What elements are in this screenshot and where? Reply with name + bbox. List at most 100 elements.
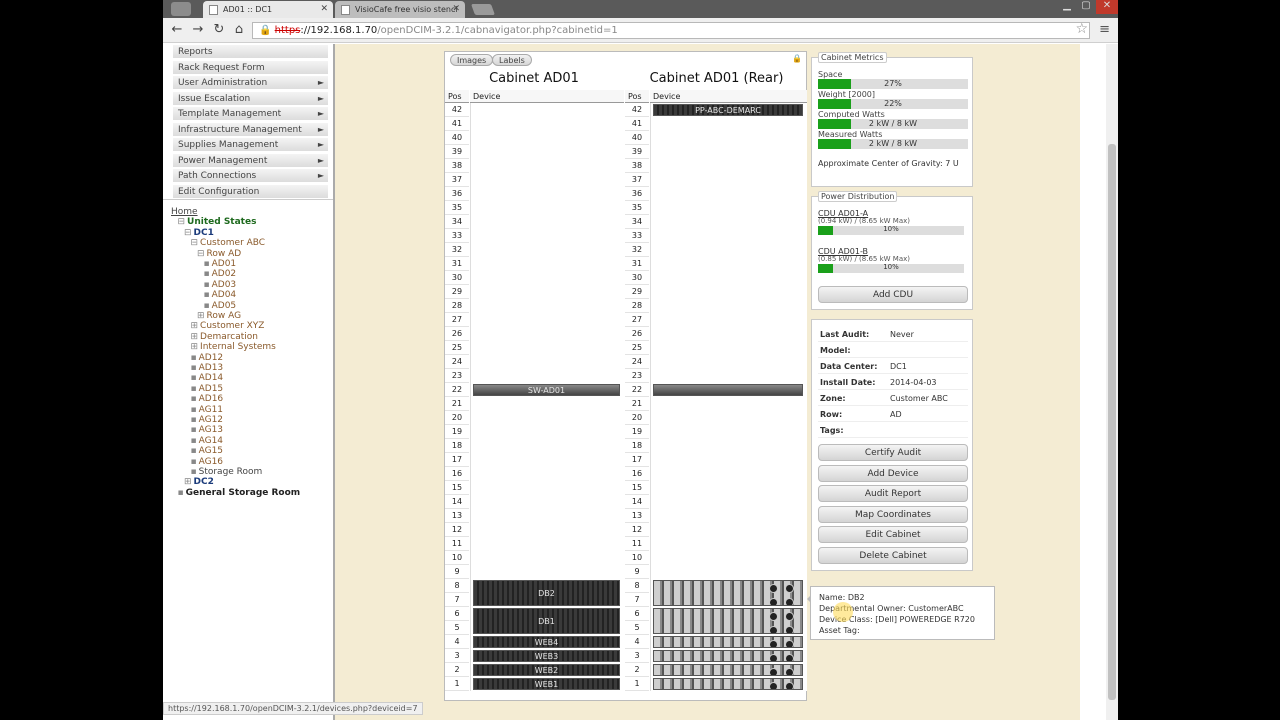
- bullet-icon[interactable]: ▪: [191, 415, 197, 425]
- audit-report-button[interactable]: Audit Report: [818, 485, 968, 503]
- bullet-icon[interactable]: ▪: [191, 384, 197, 394]
- tree-node[interactable]: ▪ AG13: [191, 425, 224, 435]
- bullet-icon[interactable]: ▪: [204, 269, 210, 279]
- rack-device[interactable]: DB1: [473, 608, 620, 634]
- rack-device[interactable]: SW-AD01: [473, 384, 620, 396]
- bullet-icon[interactable]: ▪: [191, 425, 197, 435]
- rack-device[interactable]: [653, 608, 803, 634]
- expand-icon[interactable]: ⊞: [191, 321, 199, 331]
- rack-device[interactable]: [653, 636, 803, 648]
- tree-node[interactable]: ▪ AD04: [204, 290, 237, 300]
- tree-node[interactable]: ⊟ DC1: [184, 228, 214, 238]
- tab-active[interactable]: AD01 :: DC1 ✕: [203, 1, 333, 18]
- tree-node[interactable]: ▪ AD03: [204, 280, 237, 290]
- labels-button[interactable]: Labels: [492, 54, 532, 66]
- tree-node[interactable]: ▪ AD02: [204, 269, 237, 279]
- bullet-icon[interactable]: ▪: [204, 259, 210, 269]
- add-cdu-button[interactable]: Add CDU: [818, 286, 968, 303]
- page-scrollbar[interactable]: [1106, 44, 1118, 720]
- bullet-icon[interactable]: ▪: [204, 290, 210, 300]
- back-icon[interactable]: ←: [169, 22, 185, 37]
- address-bar[interactable]: 🔒 https://192.168.1.70/openDCIM-3.2.1/ca…: [252, 22, 1090, 39]
- sidebar-menu-item[interactable]: User Administration ►: [173, 76, 328, 90]
- edit-cabinet-button[interactable]: Edit Cabinet: [818, 526, 968, 544]
- tree-node[interactable]: ⊟ United States: [178, 217, 257, 227]
- bullet-icon[interactable]: ▪: [191, 446, 197, 456]
- delete-cabinet-button[interactable]: Delete Cabinet: [818, 547, 968, 564]
- app-menu-icon[interactable]: [171, 2, 191, 16]
- bullet-icon[interactable]: ▪: [204, 280, 210, 290]
- tree-node[interactable]: ▪ AD12: [191, 353, 224, 363]
- tree-node[interactable]: ⊞ Internal Systems: [191, 342, 276, 352]
- tree-node[interactable]: ⊞ Row AG: [197, 311, 241, 321]
- tab-inactive[interactable]: VisioCafe free visio stenci ✕: [335, 1, 465, 18]
- tree-node[interactable]: ▪ General Storage Room: [178, 488, 301, 498]
- tree-node[interactable]: ▪ AD15: [191, 384, 224, 394]
- tree-node[interactable]: ▪ AD14: [191, 373, 224, 383]
- map-coordinates-button[interactable]: Map Coordinates: [818, 505, 968, 523]
- tree-node[interactable]: ▪ AD01: [204, 259, 237, 269]
- expand-icon[interactable]: ⊞: [191, 332, 199, 342]
- new-tab-button[interactable]: [470, 4, 496, 15]
- scrollbar-thumb[interactable]: [1108, 144, 1116, 700]
- rack-device[interactable]: [653, 650, 803, 662]
- tree-node[interactable]: ▪ AG16: [191, 457, 224, 467]
- rack-device[interactable]: WEB2: [473, 664, 620, 676]
- bullet-icon[interactable]: ▪: [191, 353, 197, 363]
- home-icon[interactable]: ⌂: [231, 22, 247, 37]
- rack-device[interactable]: DB2: [473, 580, 620, 606]
- close-tab-icon[interactable]: ✕: [452, 4, 460, 14]
- sidebar-menu-item[interactable]: Power Management ►: [173, 153, 328, 168]
- bullet-icon[interactable]: ▪: [191, 373, 197, 383]
- tree-node[interactable]: ⊟ Row AD: [197, 249, 241, 259]
- collapse-icon[interactable]: ⊟: [191, 238, 199, 248]
- tree-node[interactable]: ▪ AG11: [191, 405, 224, 415]
- tree-node[interactable]: ▪ AG14: [191, 436, 224, 446]
- expand-icon[interactable]: ⊞: [184, 477, 192, 487]
- tree-node[interactable]: ▪ AG15: [191, 446, 224, 456]
- tree-node[interactable]: ▪ Storage Room: [191, 467, 263, 477]
- sidebar-menu-item[interactable]: Infrastructure Management ►: [173, 122, 328, 137]
- rack-device[interactable]: PP-ABC-DEMARC: [653, 104, 803, 116]
- bullet-icon[interactable]: ▪: [191, 394, 197, 404]
- close-window-icon[interactable]: ✕: [1096, 0, 1118, 14]
- sidebar-menu-item[interactable]: Supplies Management ►: [173, 138, 328, 152]
- sidebar-menu-item[interactable]: Path Connections ►: [173, 169, 328, 183]
- tree-node[interactable]: ▪ AD13: [191, 363, 224, 373]
- rack-device[interactable]: WEB3: [473, 650, 620, 662]
- minimize-icon[interactable]: ▁: [1058, 0, 1076, 14]
- collapse-icon[interactable]: ⊟: [178, 217, 186, 227]
- sidebar-menu-item[interactable]: Template Management ►: [173, 107, 328, 121]
- sidebar-menu-item[interactable]: Rack Request Form: [173, 60, 328, 75]
- sidebar-menu-item[interactable]: Reports: [173, 45, 328, 59]
- tree-node[interactable]: ⊞ DC2: [184, 477, 214, 487]
- tree-node[interactable]: ▪ AD16: [191, 394, 224, 404]
- bullet-icon[interactable]: ▪: [191, 363, 197, 373]
- forward-icon[interactable]: →: [190, 22, 206, 37]
- images-button[interactable]: Images: [450, 54, 494, 66]
- reload-icon[interactable]: ↻: [211, 22, 227, 37]
- rack-device[interactable]: [653, 384, 803, 396]
- tree-node[interactable]: ⊞ Customer XYZ: [191, 321, 265, 331]
- bullet-icon[interactable]: ▪: [191, 457, 197, 467]
- lock-icon[interactable]: 🔒: [792, 54, 802, 63]
- rack-device[interactable]: [653, 580, 803, 606]
- bullet-icon[interactable]: ▪: [191, 467, 197, 477]
- menu-icon[interactable]: ≡: [1099, 22, 1110, 37]
- expand-icon[interactable]: ⊞: [197, 311, 205, 321]
- bullet-icon[interactable]: ▪: [191, 436, 197, 446]
- rack-device[interactable]: WEB4: [473, 636, 620, 648]
- tree-node[interactable]: Home: [171, 207, 198, 217]
- tree-node[interactable]: ▪ AD05: [204, 301, 237, 311]
- tree-node[interactable]: ⊟ Customer ABC: [191, 238, 266, 248]
- collapse-icon[interactable]: ⊟: [184, 228, 192, 238]
- tree-node[interactable]: ⊞ Demarcation: [191, 332, 259, 342]
- bookmark-star-icon[interactable]: ☆: [1075, 21, 1088, 37]
- tree-node[interactable]: ▪ AG12: [191, 415, 224, 425]
- collapse-icon[interactable]: ⊟: [197, 249, 205, 259]
- rack-device[interactable]: [653, 678, 803, 690]
- bullet-icon[interactable]: ▪: [178, 488, 184, 498]
- sidebar-menu-item[interactable]: Issue Escalation ►: [173, 91, 328, 106]
- bullet-icon[interactable]: ▪: [191, 405, 197, 415]
- expand-icon[interactable]: ⊞: [191, 342, 199, 352]
